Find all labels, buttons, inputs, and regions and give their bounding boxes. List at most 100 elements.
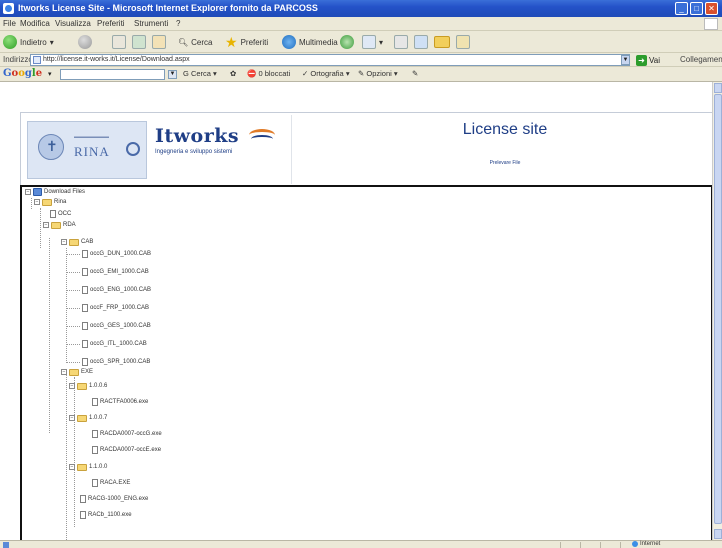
minimize-button[interactable]: _ <box>675 2 688 15</box>
tree-node[interactable]: − Rina <box>34 197 66 207</box>
tree-file[interactable]: occG_GES_1000.CAB <box>82 321 151 331</box>
links-button[interactable]: Collegamenti <box>680 55 722 64</box>
tree-file[interactable]: RACb_1100.exe <box>80 510 132 520</box>
go-label: Vai <box>649 55 660 65</box>
maximize-button[interactable]: □ <box>690 2 703 15</box>
file-icon <box>82 286 88 294</box>
messenger-button[interactable] <box>456 34 470 50</box>
file-icon <box>50 210 56 218</box>
google-dropdown-button[interactable]: ▼ <box>168 70 177 79</box>
print-button[interactable] <box>394 34 408 50</box>
file-icon <box>80 495 86 503</box>
search-button[interactable]: 🔍︎ Cerca <box>178 34 213 50</box>
popup-blocker-button[interactable]: ⛔ 0 bloccati <box>247 69 290 78</box>
zone-label: Internet <box>640 541 661 547</box>
collapse-icon[interactable]: − <box>69 464 75 470</box>
tree-file[interactable]: RACG-1000_ENG.exe <box>80 494 148 504</box>
go-button[interactable]: ➜ Vai <box>636 54 660 66</box>
tree-root[interactable]: − Download Files <box>25 187 85 197</box>
tree-node[interactable]: − 1.1.0.0 <box>69 462 107 472</box>
tree-file[interactable]: RACDA0007-occG.exe <box>92 429 162 439</box>
tree-file[interactable]: RACDA0007-occE.exe <box>92 445 161 455</box>
collapse-icon[interactable]: − <box>61 239 67 245</box>
collapse-icon[interactable]: − <box>25 189 31 195</box>
edit-button[interactable] <box>414 34 428 50</box>
address-dropdown-button[interactable]: ▼ <box>621 55 630 65</box>
favorites-label: Preferiti <box>240 37 269 47</box>
menu-visualizza[interactable]: Visualizza <box>55 19 91 28</box>
tree-file[interactable]: RACTFA0006.exe <box>92 397 148 407</box>
forward-button[interactable] <box>78 34 92 50</box>
tree-file[interactable]: occG_ITL_1000.CAB <box>82 339 147 349</box>
collapse-icon[interactable]: − <box>43 222 49 228</box>
address-label: Indirizzo <box>3 55 33 64</box>
scroll-down-button[interactable] <box>714 529 722 539</box>
spellcheck-button[interactable]: ✓ Ortografia ▾ <box>302 69 350 78</box>
google-search-button[interactable]: G Cerca ▾ <box>183 69 217 78</box>
tree-node-label: EXE <box>81 369 94 375</box>
file-icon <box>82 250 88 258</box>
close-button[interactable]: ✕ <box>705 2 718 15</box>
status-divider <box>600 542 601 548</box>
tree-node[interactable]: − RDA <box>43 220 76 230</box>
tree-node-label: Rina <box>54 199 67 205</box>
collapse-icon[interactable]: − <box>69 415 75 421</box>
tree-file-label: RACDA0007-occE.exe <box>100 447 162 453</box>
itworks-logo: Itworks Ingegneria e sviluppo sistemi <box>155 125 285 173</box>
collapse-icon[interactable]: − <box>69 383 75 389</box>
menu-preferiti[interactable]: Preferiti <box>97 19 125 28</box>
collapse-icon[interactable]: − <box>34 199 40 205</box>
back-arrow-icon <box>3 35 17 49</box>
tree-file[interactable]: occG_SPR_1000.CAB <box>82 357 150 367</box>
standard-toolbar: Indietro ▾ 🔍︎ Cerca ★ Preferiti Multimed… <box>0 31 722 53</box>
tree-file[interactable]: occF_FRP_1000.CAB <box>82 303 149 313</box>
folder-button[interactable] <box>434 34 450 50</box>
stop-button[interactable] <box>112 34 126 50</box>
tree-file-label: occF_FRP_1000.CAB <box>90 305 150 311</box>
scroll-up-button[interactable] <box>714 83 722 93</box>
tree-file[interactable]: OCC <box>50 209 71 219</box>
address-input[interactable]: http://license.it-works.it/License/Downl… <box>30 54 630 66</box>
tree-node[interactable]: − 1.0.0.7 <box>69 413 107 423</box>
folder-icon <box>434 36 450 48</box>
tree-node[interactable]: − 1.0.0.6 <box>69 381 107 391</box>
menu-help[interactable]: ? <box>176 19 180 28</box>
tree-file-label: OCC <box>58 211 72 217</box>
window-title: Itworks License Site - Microsoft Interne… <box>18 3 318 13</box>
globe-icon <box>632 541 638 547</box>
vertical-scrollbar[interactable] <box>712 82 722 540</box>
menu-file[interactable]: File <box>3 19 16 28</box>
home-button[interactable] <box>152 34 166 50</box>
tree-file[interactable]: occG_DUN_1000.CAB <box>82 249 151 259</box>
file-icon <box>82 340 88 348</box>
collapse-icon[interactable]: − <box>61 369 67 375</box>
google-logo[interactable]: Google <box>3 68 42 79</box>
multimedia-label: Multimedia <box>299 37 338 47</box>
tree-node[interactable]: − EXE <box>61 367 93 377</box>
multimedia-button[interactable]: Multimedia <box>282 34 338 50</box>
address-url: http://license.it-works.it/License/Downl… <box>43 56 190 63</box>
menu-modifica[interactable]: Modifica <box>20 19 50 28</box>
back-button[interactable]: Indietro ▾ <box>3 34 54 50</box>
tree-file[interactable]: occG_EMI_1000.CAB <box>82 267 149 277</box>
forward-arrow-icon <box>78 35 92 49</box>
menu-strumenti[interactable]: Strumenti <box>134 19 168 28</box>
rina-text: RINA <box>74 144 110 159</box>
history-button[interactable] <box>340 34 354 50</box>
tree-node[interactable]: − CAB <box>61 237 93 247</box>
chevron-down-icon[interactable]: ▾ <box>48 70 52 78</box>
google-news-button[interactable]: ✿ <box>230 69 236 78</box>
mail-button[interactable]: ▾ <box>362 34 383 50</box>
google-search-input[interactable] <box>60 69 165 80</box>
tree-file[interactable]: RACA.EXE <box>92 478 130 488</box>
scroll-thumb[interactable] <box>714 94 722 524</box>
tree-file[interactable]: occG_ENG_1000.CAB <box>82 285 151 295</box>
refresh-button[interactable] <box>132 34 146 50</box>
favorites-button[interactable]: ★ Preferiti <box>225 34 268 50</box>
options-button[interactable]: ✎ Opzioni ▾ <box>358 69 398 78</box>
file-icon <box>82 304 88 312</box>
rina-logo: ▬▬▬▬▬▬▬ RINA <box>27 121 147 179</box>
pen-icon[interactable]: ✎ <box>412 69 418 78</box>
tree-guide <box>66 370 67 542</box>
folder-icon <box>51 221 61 229</box>
